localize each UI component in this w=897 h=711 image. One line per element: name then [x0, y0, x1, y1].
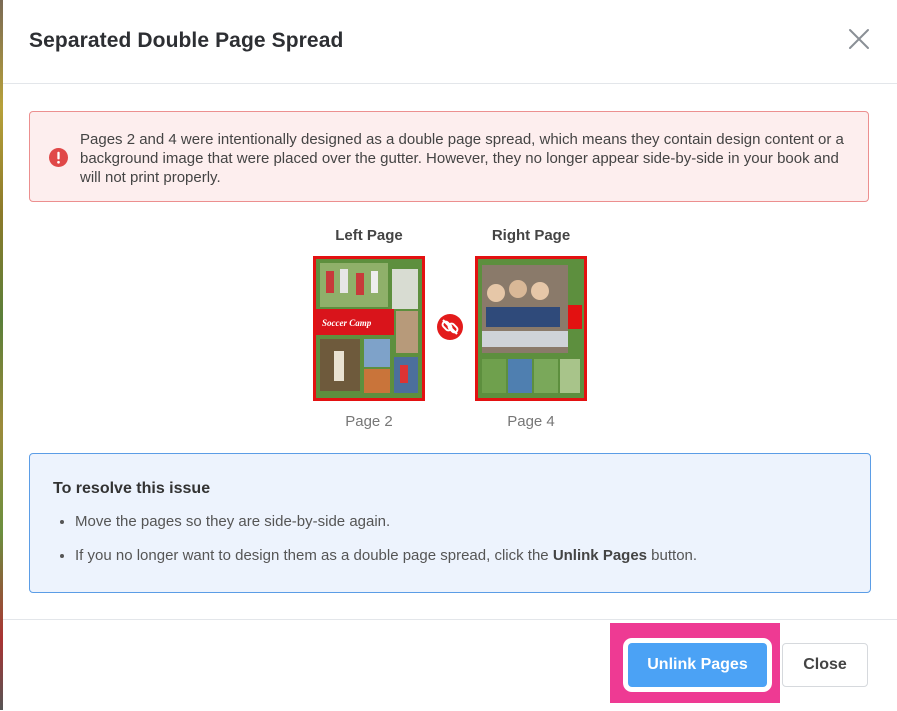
resolve-step-2: If you no longer want to design them as …: [75, 546, 855, 566]
alert-message: Pages 2 and 4 were intentionally designe…: [80, 131, 844, 186]
page-4-thumbnail[interactable]: [475, 256, 587, 401]
broken-link-icon: [437, 314, 463, 340]
dialog-header: Separated Double Page Spread: [3, 0, 897, 84]
warning-alert: Pages 2 and 4 were intentionally designe…: [29, 111, 869, 202]
resolve-step-1: Move the pages so they are side-by-side …: [75, 512, 855, 532]
unlink-pages-button[interactable]: Unlink Pages: [628, 643, 767, 687]
page-2-collage: Soccer Camp: [316, 259, 422, 398]
dialog-title: Separated Double Page Spread: [29, 29, 344, 52]
exclamation-circle-icon: [49, 148, 68, 167]
resolve-step-2-suffix: button.: [647, 547, 698, 564]
page-2-thumbnail[interactable]: Soccer Camp: [313, 256, 425, 401]
right-page-heading: Right Page: [491, 227, 571, 244]
right-page-column: Right Page Page 4: [475, 226, 587, 430]
soccer-camp-banner: Soccer Camp: [322, 318, 372, 328]
close-button[interactable]: Close: [782, 643, 868, 687]
left-page-column: Left Page Soccer Camp Page 2: [313, 226, 425, 430]
close-icon[interactable]: [847, 27, 871, 51]
resolve-info-box: To resolve this issue Move the pages so …: [29, 453, 871, 593]
left-page-caption: Page 2: [345, 413, 393, 430]
resolve-step-2-prefix: If you no longer want to design them as …: [75, 547, 553, 564]
resolve-step-2-bold: Unlink Pages: [552, 547, 648, 564]
page-4-collage: [478, 259, 584, 398]
resolve-title: To resolve this issue: [53, 480, 211, 497]
left-page-heading: Left Page: [335, 227, 403, 244]
separated-spread-dialog: Separated Double Page Spread Pages 2 and…: [3, 0, 897, 710]
right-page-caption: Page 4: [507, 413, 555, 430]
resolve-steps-list: Move the pages so they are side-by-side …: [53, 512, 855, 580]
